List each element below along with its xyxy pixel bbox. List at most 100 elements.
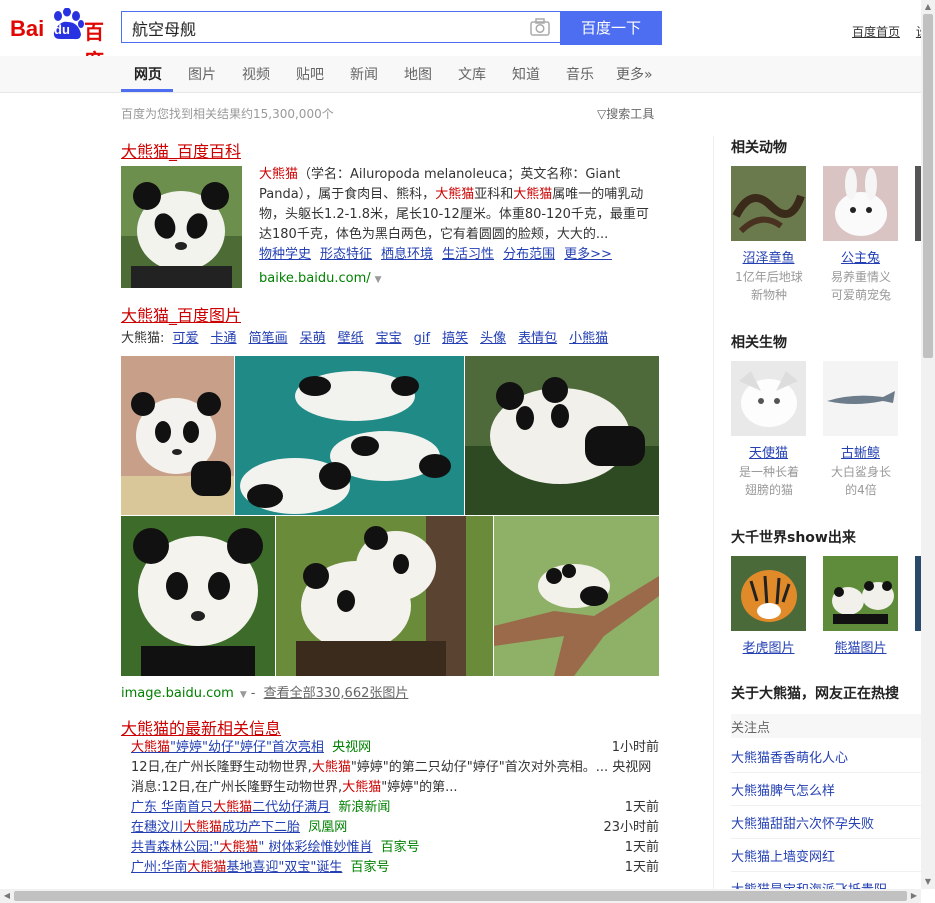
news-link[interactable]: 广州:华南大熊猫基地喜迎"双宝"诞生 [131,860,342,875]
baike-title-link[interactable]: 大熊猫_百度百科 [121,138,241,162]
tab-music[interactable]: 音乐 [566,64,594,84]
news-link[interactable]: 共青森林公园:"大熊猫" 树体彩绘惟妙惟肖 [131,840,373,855]
tab-map[interactable]: 地图 [404,64,432,84]
baike-link-more[interactable]: 更多>> [564,247,612,262]
baike-description: 大熊猫（学名：Ailuropoda melanoleuca；英文名称：Giant… [259,167,649,242]
image-tag[interactable]: 头像 [480,331,506,346]
search-box [121,11,560,43]
related-animal-image[interactable] [731,166,806,241]
images-footer: image.baidu.com ▼ - 查看全部330,662张图片 [121,682,408,701]
horizontal-scrollbar-thumb[interactable] [14,891,907,901]
related-animal-name[interactable]: 公主兔 [823,247,898,266]
news-link[interactable]: 在穗汶川大熊猫成功产下二胎 [131,820,300,835]
baike-link-distribution[interactable]: 分布范围 [503,247,555,262]
tab-web[interactable]: 网页 [134,64,162,84]
tab-more[interactable]: 更多» [616,64,653,84]
news-item: 在穗汶川大熊猫成功产下二胎 凤凰网 23小时前 [131,818,659,838]
divider [731,871,921,872]
image-tag[interactable]: 表情包 [518,331,557,346]
panda-image-2[interactable] [235,356,464,515]
hot-search-item[interactable]: 大熊猫甜甜六次怀孕失败 [731,813,874,832]
news-source: 百家号 [380,840,420,855]
news-snippet: 12日,在广州长隆野生动物世界,大熊猫"婷婷"的第二只幼仔"婷仔"首次对外亮相。… [131,760,652,795]
news-time: 23小时前 [603,820,659,835]
image-tag[interactable]: gif [414,331,430,346]
news-source: 新浪新闻 [338,800,391,815]
baike-link-history[interactable]: 物种学史 [259,247,311,262]
related-animal-desc: 1亿年后地球 新物种 [735,270,803,302]
tiger-image[interactable] [731,556,806,631]
related-animals-heading: 相关动物 [731,140,787,156]
news-link[interactable]: 广东 华南首只大熊猫二代幼仔满月 [131,800,330,815]
search-tabs: 网页 图片 视频 贴吧 新闻 地图 文库 知道 音乐 更多» [0,56,921,93]
panda-image-5[interactable] [276,516,493,676]
search-button[interactable]: 百度一下 [560,11,662,45]
related-animal-name[interactable]: 沼泽章鱼 [731,247,806,266]
baike-link-habitat[interactable]: 栖息环境 [381,247,433,262]
panda-image-6[interactable] [494,516,659,676]
baike-panda-thumbnail[interactable] [121,166,242,288]
news-time: 1天前 [624,800,659,815]
tab-tieba[interactable]: 贴吧 [296,64,324,84]
view-all-images-link[interactable]: 查看全部330,662张图片 [264,686,409,701]
panda-image-1[interactable] [121,356,234,515]
panda-pictures-image[interactable] [823,556,898,631]
search-tools[interactable]: ▽搜索工具 [597,105,654,122]
tab-zhidao[interactable]: 知道 [512,64,540,84]
related-creature-desc: 大白鲨身长 的4倍 [830,465,891,497]
image-tag[interactable]: 可爱 [173,331,199,346]
image-tag[interactable]: 宝宝 [376,331,402,346]
hot-search-item[interactable]: 大熊猫脾气怎么样 [731,780,835,799]
hot-search-item[interactable]: 大熊猫上墙变网红 [731,846,835,865]
related-creature-name[interactable]: 天使猫 [731,442,806,461]
scroll-down-arrow-icon[interactable]: ▼ [921,875,935,889]
tiger-pictures-link[interactable]: 老虎图片 [731,637,806,656]
related-creature-image[interactable] [731,361,806,436]
hot-search-item[interactable]: 大熊猫香香萌化人心 [731,747,848,766]
tab-images[interactable]: 图片 [188,64,216,84]
related-creature-image[interactable] [823,361,898,436]
tab-wenku[interactable]: 文库 [458,64,486,84]
panda-image-4[interactable] [121,516,275,676]
news-source: 百家号 [350,860,390,875]
logo-text-du: du [54,22,70,37]
image-tag[interactable]: 简笔画 [249,331,288,346]
related-creature-name[interactable]: 古蜥鲸 [823,442,898,461]
image-tags: 大熊猫: 可爱 卡通 简笔画 呆萌 壁纸 宝宝 gif 搞笑 头像 表情包 小熊猫 [121,329,608,349]
scroll-up-arrow-icon[interactable]: ▲ [921,0,935,14]
panda-image-3[interactable] [465,356,659,515]
filter-icon: ▽ [597,107,607,121]
related-animal-desc: 易养重情义 可爱萌宠兔 [830,270,891,302]
baike-url: baike.baidu.com/▼ [259,271,382,286]
image-tag[interactable]: 呆萌 [300,331,326,346]
vertical-scrollbar-thumb[interactable] [923,14,933,358]
related-animal-image[interactable] [823,166,898,241]
panda-pictures-link[interactable]: 熊猫图片 [823,637,898,656]
baike-link-habits[interactable]: 生活习性 [442,247,494,262]
images-title-link[interactable]: 大熊猫_百度图片 [121,302,241,326]
camera-icon[interactable] [530,18,550,36]
image-tag[interactable]: 卡通 [211,331,237,346]
image-tag[interactable]: 搞笑 [442,331,468,346]
baidu-logo[interactable]: Bai du 百度 [10,8,112,73]
images-separator: - [250,686,256,701]
images-url: image.baidu.com [121,686,234,701]
image-tag[interactable]: 小熊猫 [569,331,608,346]
hot-search-subheader: 关注点 [731,714,921,738]
scroll-left-arrow-icon[interactable]: ◀ [0,889,14,903]
home-link[interactable]: 百度首页 [852,25,900,39]
url-dropdown-icon[interactable]: ▼ [375,275,382,285]
scroll-right-arrow-icon[interactable]: ▶ [907,889,921,903]
image-tag[interactable]: 壁纸 [338,331,364,346]
url-dropdown-icon[interactable]: ▼ [240,690,247,700]
tab-video[interactable]: 视频 [242,64,270,84]
search-input[interactable] [130,16,524,40]
news-title-link[interactable]: 大熊猫的最新相关信息 [121,715,281,739]
right-column-divider [713,136,714,896]
show-heading: 大千世界show出来 [731,530,856,546]
baike-link-morphology[interactable]: 形态特征 [320,247,372,262]
news-source: 央视网 [332,740,372,755]
news-time: 1天前 [624,840,659,855]
news-top-link[interactable]: 大熊猫"婷婷"幼仔"婷仔"首次亮相 [131,740,324,755]
tab-news[interactable]: 新闻 [350,64,378,84]
